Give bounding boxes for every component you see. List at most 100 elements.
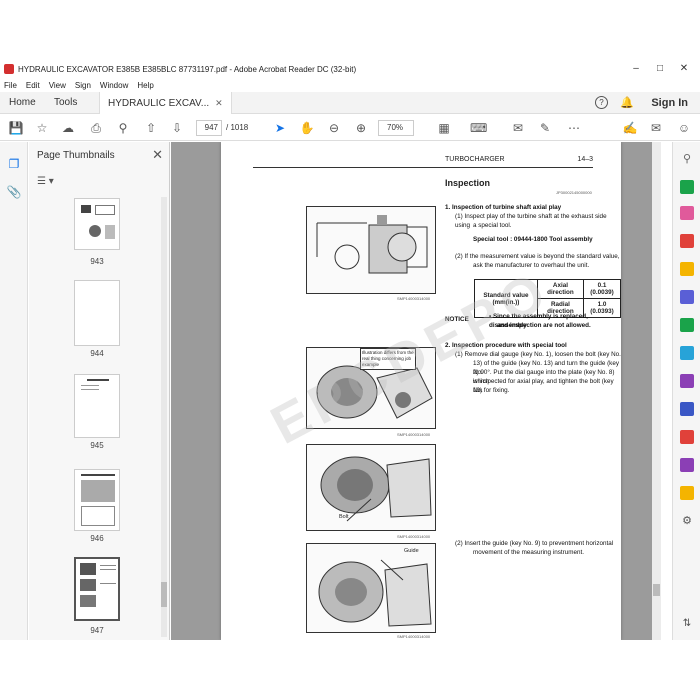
left-navigation-rail: ❐ 📎 (0, 142, 28, 640)
upload-cloud-icon[interactable]: ☁ (60, 120, 76, 136)
thumbnail-scrollbar-thumb[interactable] (161, 582, 167, 607)
close-panel-icon[interactable]: ✕ (152, 147, 163, 163)
guide-label: Guide (404, 548, 419, 554)
attachments-icon[interactable]: 📎 (6, 184, 22, 200)
menu-window[interactable]: Window (100, 81, 128, 90)
figure-code: SMP14000314000 (397, 296, 431, 301)
thumbnail-page-945[interactable] (74, 374, 120, 438)
thumbnail-page-944[interactable] (74, 280, 120, 346)
window-title: HYDRAULIC EXCAVATOR E385B E385BLC 877311… (18, 64, 357, 74)
comment-icon[interactable]: ✉ (510, 120, 526, 136)
zoom-in-icon[interactable]: ⊕ (353, 120, 369, 136)
fill-sign-icon[interactable]: ✍ (622, 120, 638, 136)
highlight-pen-icon[interactable]: ✎ (537, 120, 553, 136)
page-thumbnails-icon[interactable]: ❐ (6, 156, 22, 172)
combine-files-icon[interactable] (680, 290, 694, 304)
menu-file[interactable]: File (4, 81, 17, 90)
step-2-2-line: movement of the measuring instrument. (473, 549, 584, 556)
menu-help[interactable]: Help (137, 81, 153, 90)
tab-tools[interactable]: Tools (54, 92, 77, 114)
panel-title: Page Thumbnails (37, 150, 115, 161)
step-2-1-line: 19) for fixing. (473, 387, 510, 394)
search-icon[interactable]: ⚲ (115, 120, 131, 136)
notification-bell-icon[interactable]: 🔔 (620, 96, 634, 109)
section-heading: Inspection (445, 178, 491, 188)
next-page-icon[interactable]: ⇩ (169, 120, 185, 136)
special-tool-text: Special tool : 09444-1800 Tool assembly (473, 236, 593, 243)
zoom-out-icon[interactable]: ⊖ (326, 120, 342, 136)
compress-pdf-icon[interactable] (680, 346, 694, 360)
header-page-number: 14–3 (577, 156, 593, 163)
bolt-label: Bolt (339, 514, 349, 520)
save-icon[interactable]: 💾 (8, 120, 24, 136)
email-icon[interactable]: ✉ (648, 120, 664, 136)
document-view[interactable]: TURBOCHARGER 14–3 Inspection JP300021450… (171, 142, 661, 640)
tab-document[interactable]: HYDRAULIC EXCAV... ✕ (99, 92, 232, 114)
figure-code: SMP14000314000 (397, 534, 431, 539)
menu-view[interactable]: View (49, 81, 66, 90)
more-options-icon[interactable]: ⋯ (566, 120, 582, 136)
select-cursor-icon[interactable]: ➤ (272, 120, 288, 136)
comment-tool-icon[interactable] (680, 262, 694, 276)
guide-illustration (318, 559, 432, 627)
previous-page-icon[interactable]: ⇧ (143, 120, 159, 136)
protect-icon[interactable] (680, 402, 694, 416)
share-icon[interactable] (680, 486, 694, 500)
organize-pages-icon[interactable] (680, 318, 694, 332)
export-pdf-icon[interactable] (680, 180, 694, 194)
print-icon[interactable]: ⎙ (88, 120, 104, 136)
edit-pdf-icon[interactable] (680, 206, 694, 220)
menu-sign[interactable]: Sign (75, 81, 91, 90)
doc-code: JP30002145000000 (556, 190, 592, 195)
page-header: TURBOCHARGER 14–3 (253, 156, 593, 168)
bolt-illustration (320, 456, 432, 522)
tab-home[interactable]: Home (9, 92, 36, 114)
account-icon[interactable]: ☺ (676, 120, 692, 136)
page-number-input[interactable]: 947 (196, 120, 222, 136)
page-thumbnails-panel: Page Thumbnails ✕ ☰ ▾ 943 944 945 946 94… (29, 142, 170, 640)
zoom-level-select[interactable]: 70% (378, 120, 414, 136)
thumbnail-label: 943 (90, 257, 104, 266)
figure-code: SMP14000314000 (397, 634, 431, 639)
maximize-button[interactable]: □ (650, 62, 670, 76)
right-tools-rail: ⚲ ⚙ ⇅ (672, 142, 700, 640)
more-tools-icon[interactable]: ⚙ (680, 514, 694, 528)
thumbnail-label: 945 (90, 441, 104, 450)
fill-sign-tool-icon[interactable] (680, 374, 694, 388)
step-1-2-text: (2) If the measurement value is beyond t… (455, 253, 620, 260)
page-fit-icon[interactable]: ▦ (436, 120, 452, 136)
sign-in-button[interactable]: Sign In (651, 92, 688, 114)
send-for-signature-icon[interactable] (680, 458, 694, 472)
toolbar: 💾 ☆ ☁ ⎙ ⚲ ⇧ ⇩ 947 / 1018 ➤ ✋ ⊖ ⊕ 70% ▦ ⌨… (0, 115, 700, 141)
menu-bar: File Edit View Sign Window Help (0, 78, 700, 92)
figure-turbocharger-dial-gauge (306, 206, 436, 294)
keyboard-icon[interactable]: ⌨ (470, 120, 487, 136)
thumbnail-label: 947 (90, 626, 104, 635)
document-scrollbar-thumb[interactable] (653, 584, 660, 596)
tab-document-label: HYDRAULIC EXCAV... (108, 98, 210, 109)
create-pdf-icon[interactable] (680, 234, 694, 248)
close-window-button[interactable]: ✕ (674, 62, 694, 76)
bookmark-star-icon[interactable]: ☆ (34, 120, 50, 136)
step-1-1-text-cont: a special tool. (473, 222, 512, 229)
collapse-rail-icon[interactable]: ⇅ (680, 618, 694, 632)
thumbnail-page-943[interactable] (74, 198, 120, 250)
redact-icon[interactable] (680, 430, 694, 444)
figure-guide (306, 543, 436, 633)
document-scrollbar[interactable] (652, 142, 661, 640)
thumbnail-options-icon[interactable]: ☰ ▾ (37, 176, 59, 190)
table-value-cell: 0.1 (0.0039) (583, 279, 621, 299)
thumbnail-page-947[interactable] (74, 557, 120, 621)
search-tools-icon[interactable]: ⚲ (680, 152, 694, 166)
thumbnail-scrollbar[interactable] (161, 197, 167, 637)
thumbnail-label: 946 (90, 534, 104, 543)
menu-edit[interactable]: Edit (26, 81, 40, 90)
hand-tool-icon[interactable]: ✋ (299, 120, 315, 136)
close-tab-icon[interactable]: ✕ (215, 98, 223, 108)
minimize-button[interactable]: – (626, 62, 646, 76)
thumbnail-page-946[interactable] (74, 469, 120, 531)
step-1-title: 1. Inspection of turbine shaft axial pla… (445, 204, 562, 211)
help-icon[interactable]: ? (595, 96, 608, 109)
pdf-page: TURBOCHARGER 14–3 Inspection JP300021450… (221, 142, 621, 640)
page-total: / 1018 (226, 123, 249, 132)
